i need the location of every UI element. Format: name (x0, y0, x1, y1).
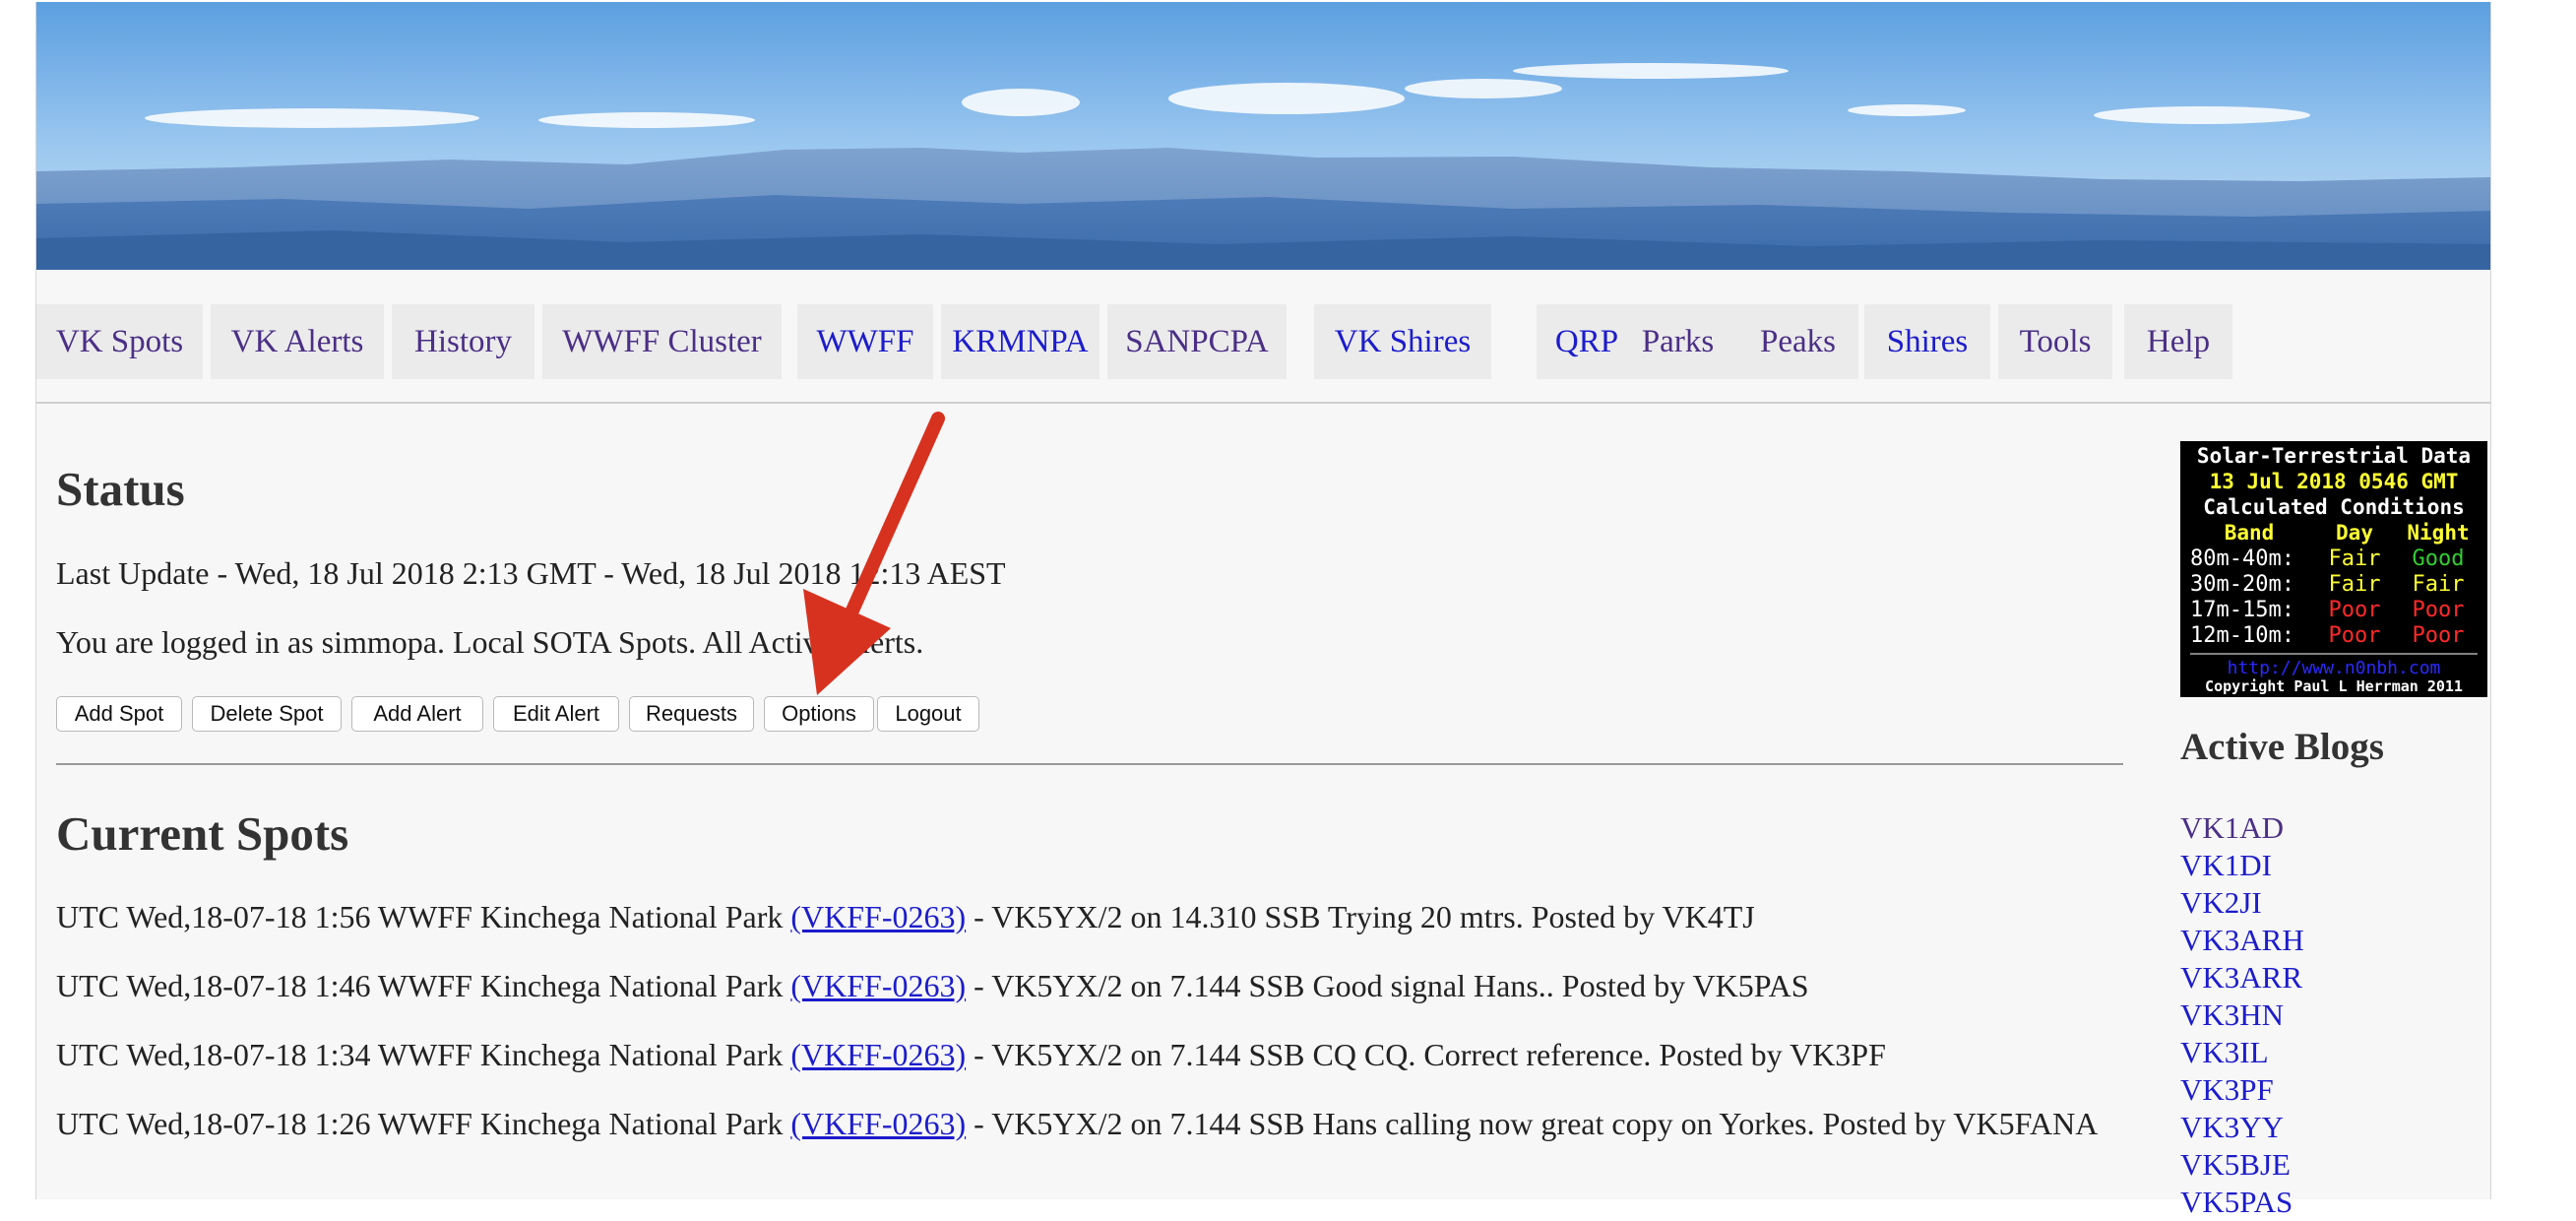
spot-reference-link[interactable]: (VKFF-0263) (790, 1106, 966, 1141)
last-update-text: Last Update - Wed, 18 Jul 2018 2:13 GMT … (56, 555, 1006, 591)
spot-details: - VK5YX/2 on 7.144 SSB Good signal Hans.… (966, 968, 1809, 1003)
blog-link-vk2ji[interactable]: VK2JI (2180, 884, 2304, 922)
page-container: VK Spots VK Alerts History WWFF Cluster … (35, 2, 2491, 1219)
solar-night-value: Good (2413, 546, 2465, 571)
solar-band-label: 30m-20m: (2190, 572, 2294, 597)
spot-text: UTC Wed,18-07-18 1:46 WWFF Kinchega Nati… (56, 968, 791, 1003)
solar-copyright: Copyright Paul L Herrman 2011 (2205, 677, 2463, 695)
spot-reference-link[interactable]: (VKFF-0263) (790, 899, 966, 934)
solar-subtitle: Calculated Conditions (2203, 495, 2465, 519)
spot-details: - VK5YX/2 on 7.144 SSB CQ CQ. Correct re… (966, 1037, 1886, 1072)
spot-item: UTC Wed,18-07-18 1:34 WWFF Kinchega Nati… (56, 1036, 2123, 1073)
spot-reference-link[interactable]: (VKFF-0263) (790, 968, 966, 1003)
nav-vk-shires[interactable]: VK Shires (1314, 304, 1491, 379)
solar-title: Solar-Terrestrial Data (2197, 444, 2471, 468)
solar-col-day: Day (2336, 521, 2373, 545)
main-nav: VK Spots VK Alerts History WWFF Cluster … (36, 270, 2490, 404)
current-spots-heading: Current Spots (56, 806, 349, 861)
solar-night-value: Poor (2413, 623, 2465, 648)
options-button[interactable]: Options (764, 696, 874, 732)
nav-parks[interactable]: Parks (1617, 304, 1738, 379)
login-status-text: You are logged in as simmopa. Local SOTA… (56, 624, 924, 660)
solar-night-value: Fair (2413, 572, 2465, 597)
nav-wwff[interactable]: WWFF (797, 304, 933, 379)
spot-details: - VK5YX/2 on 14.310 SSB Trying 20 mtrs. … (966, 899, 1755, 934)
blog-link-vk3yy[interactable]: VK3YY (2180, 1109, 2304, 1146)
active-blogs-heading: Active Blogs (2180, 726, 2384, 768)
nav-history[interactable]: History (392, 304, 534, 379)
blog-link-vk3hn[interactable]: VK3HN (2180, 996, 2304, 1034)
mountain-banner (36, 2, 2490, 270)
spot-details: - VK5YX/2 on 7.144 SSB Hans calling now … (966, 1106, 2099, 1141)
status-heading: Status (56, 462, 185, 516)
edit-alert-button[interactable]: Edit Alert (493, 696, 619, 732)
delete-spot-button[interactable]: Delete Spot (192, 696, 342, 732)
section-divider (56, 763, 2123, 765)
spot-item: UTC Wed,18-07-18 1:56 WWFF Kinchega Nati… (56, 898, 2123, 935)
nav-vk-spots[interactable]: VK Spots (36, 304, 203, 379)
nav-help[interactable]: Help (2124, 304, 2232, 379)
blog-link-vk3il[interactable]: VK3IL (2180, 1034, 2304, 1071)
nav-sanpcpa[interactable]: SANPCPA (1107, 304, 1287, 379)
blog-link-vk5pas[interactable]: VK5PAS (2180, 1184, 2304, 1221)
spot-item: UTC Wed,18-07-18 1:46 WWFF Kinchega Nati… (56, 967, 2123, 1004)
solar-date: 13 Jul 2018 0546 GMT (2210, 470, 2459, 493)
spot-text: UTC Wed,18-07-18 1:56 WWFF Kinchega Nati… (56, 899, 791, 934)
spot-reference-link[interactable]: (VKFF-0263) (790, 1037, 966, 1072)
spot-text: UTC Wed,18-07-18 1:34 WWFF Kinchega Nati… (56, 1037, 791, 1072)
add-alert-button[interactable]: Add Alert (351, 696, 483, 732)
spot-text: UTC Wed,18-07-18 1:26 WWFF Kinchega Nati… (56, 1106, 791, 1141)
solar-day-value: Poor (2329, 623, 2381, 648)
blog-list: VK1AD VK1DI VK2JI VK3ARH VK3ARR VK3HN VK… (2180, 809, 2304, 1221)
solar-band-label: 17m-15m: (2190, 598, 2294, 622)
solar-day-value: Fair (2329, 546, 2381, 571)
nav-shires[interactable]: Shires (1864, 304, 1990, 379)
solar-col-night: Night (2407, 521, 2469, 545)
nav-tools[interactable]: Tools (1998, 304, 2112, 379)
nav-wwff-cluster[interactable]: WWFF Cluster (542, 304, 782, 379)
requests-button[interactable]: Requests (629, 696, 754, 732)
blog-link-vk3arh[interactable]: VK3ARH (2180, 922, 2304, 959)
solar-url: http://www.n0nbh.com (2228, 658, 2441, 678)
nav-peaks[interactable]: Peaks (1737, 304, 1858, 379)
add-spot-button[interactable]: Add Spot (56, 696, 182, 732)
nav-vk-alerts[interactable]: VK Alerts (211, 304, 384, 379)
blog-link-vk3pf[interactable]: VK3PF (2180, 1071, 2304, 1109)
solar-band-label: 80m-40m: (2190, 546, 2294, 571)
solar-day-value: Fair (2329, 572, 2381, 597)
blog-link-vk1ad[interactable]: VK1AD (2180, 809, 2304, 847)
blog-link-vk3arr[interactable]: VK3ARR (2180, 959, 2304, 996)
solar-terrestrial-widget[interactable]: Solar-Terrestrial Data 13 Jul 2018 0546 … (2180, 441, 2487, 697)
blog-link-vk1di[interactable]: VK1DI (2180, 847, 2304, 884)
solar-col-band: Band (2225, 521, 2275, 545)
nav-krmnpa[interactable]: KRMNPA (941, 304, 1100, 379)
spot-item: UTC Wed,18-07-18 1:26 WWFF Kinchega Nati… (56, 1105, 2123, 1142)
solar-night-value: Poor (2413, 598, 2465, 622)
logout-button[interactable]: Logout (877, 696, 979, 732)
solar-day-value: Poor (2329, 598, 2381, 622)
solar-band-label: 12m-10m: (2190, 623, 2294, 648)
blog-link-vk5bje[interactable]: VK5BJE (2180, 1146, 2304, 1184)
